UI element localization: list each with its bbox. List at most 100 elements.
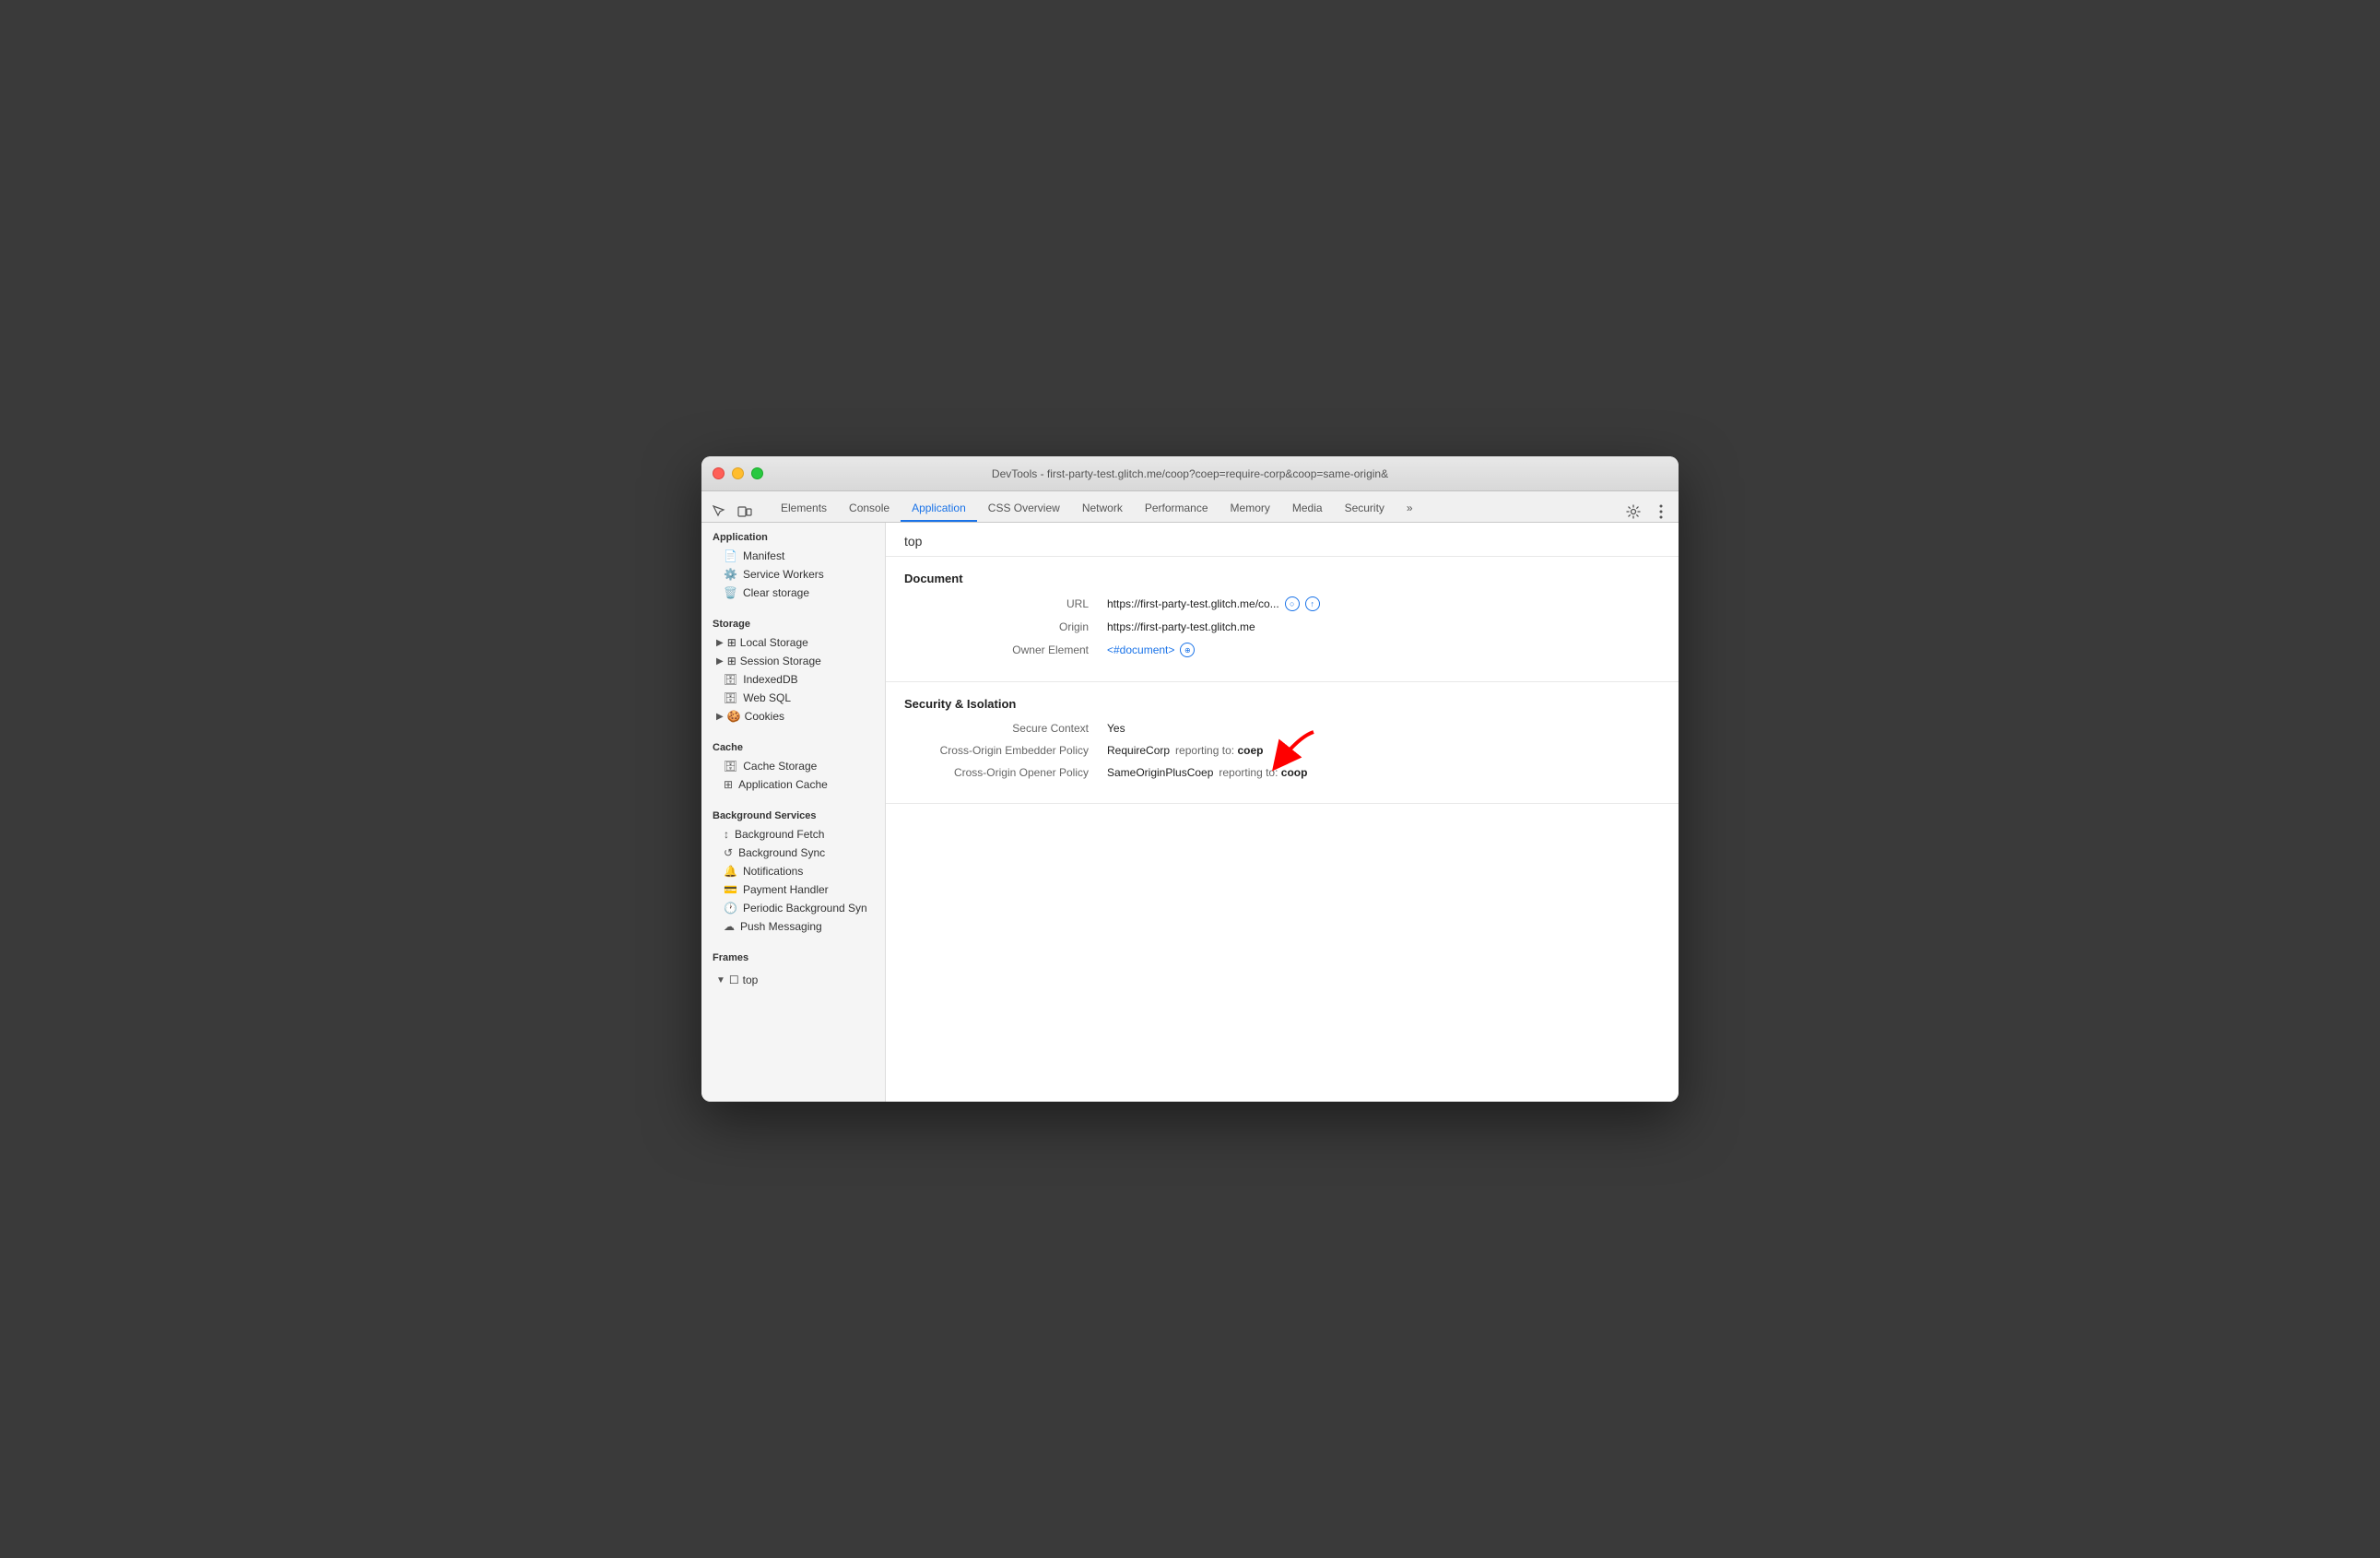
push-messaging-icon: ☁ bbox=[724, 920, 735, 933]
service-workers-icon: ⚙️ bbox=[724, 568, 737, 581]
coep-value: RequireCorp reporting to: coep bbox=[1107, 744, 1263, 757]
origin-label: Origin bbox=[904, 620, 1107, 633]
sidebar-item-notifications[interactable]: 🔔 Notifications bbox=[701, 862, 885, 880]
security-section: Security & Isolation Secure Context Yes … bbox=[886, 682, 1679, 804]
url-circle-icon-1[interactable]: ○ bbox=[1285, 596, 1300, 611]
sidebar-item-top-frame[interactable]: ▼ ☐ top bbox=[701, 971, 885, 989]
sidebar-item-periodic-bg-sync[interactable]: 🕐 Periodic Background Syn bbox=[701, 899, 885, 917]
url-row: URL https://first-party-test.glitch.me/c… bbox=[904, 596, 1660, 611]
content-panel: top Document URL https://first-party-tes… bbox=[886, 523, 1679, 1102]
sidebar-section-cache: Cache bbox=[701, 733, 885, 757]
session-storage-icon: ⊞ bbox=[727, 655, 736, 667]
coep-row: Cross-Origin Embedder Policy RequireCorp… bbox=[904, 744, 1660, 757]
sidebar-item-indexed-db[interactable]: 🗄 IndexedDB bbox=[701, 670, 885, 689]
coop-reporting: reporting to: coop bbox=[1219, 766, 1307, 779]
window-title: DevTools - first-party-test.glitch.me/co… bbox=[992, 467, 1388, 480]
document-section: Document URL https://first-party-test.gl… bbox=[886, 557, 1679, 682]
sidebar-item-local-storage[interactable]: ▶ ⊞ Local Storage bbox=[701, 633, 885, 652]
sidebar-item-application-cache[interactable]: ⊞ Application Cache bbox=[701, 775, 885, 794]
cache-storage-icon: 🗄 bbox=[724, 760, 737, 773]
coep-endpoint: coep bbox=[1237, 744, 1263, 757]
sidebar-section-frames: Frames bbox=[701, 943, 885, 967]
security-section-title: Security & Isolation bbox=[904, 697, 1660, 711]
url-circle-icon-2[interactable]: ↑ bbox=[1305, 596, 1320, 611]
tab-security[interactable]: Security bbox=[1334, 496, 1396, 522]
owner-element-label: Owner Element bbox=[904, 643, 1107, 656]
secure-context-row: Secure Context Yes bbox=[904, 722, 1660, 735]
local-storage-icon: ⊞ bbox=[727, 636, 736, 649]
web-sql-icon: 🗄 bbox=[724, 691, 737, 704]
maximize-button[interactable] bbox=[751, 467, 763, 479]
main-layout: Application 📄 Manifest ⚙️ Service Worker… bbox=[701, 523, 1679, 1102]
sidebar-item-background-fetch[interactable]: ↕ Background Fetch bbox=[701, 825, 885, 844]
clear-storage-icon: 🗑️ bbox=[724, 586, 737, 599]
settings-icon[interactable] bbox=[1623, 502, 1644, 522]
arrow-icon: ▶ bbox=[716, 638, 724, 648]
url-value: https://first-party-test.glitch.me/co...… bbox=[1107, 596, 1320, 611]
tabs: Elements Console Application CSS Overvie… bbox=[770, 496, 1623, 522]
url-label: URL bbox=[904, 597, 1107, 610]
tab-performance[interactable]: Performance bbox=[1134, 496, 1219, 522]
sidebar-item-payment-handler[interactable]: 💳 Payment Handler bbox=[701, 880, 885, 899]
application-cache-icon: ⊞ bbox=[724, 778, 733, 791]
sidebar-section-storage: Storage bbox=[701, 609, 885, 633]
close-button[interactable] bbox=[713, 467, 725, 479]
sidebar-item-cookies[interactable]: ▶ 🍪 Cookies bbox=[701, 707, 885, 726]
document-link[interactable]: <#document> bbox=[1107, 643, 1174, 656]
sidebar-section-background-services: Background Services bbox=[701, 801, 885, 825]
more-options-icon[interactable] bbox=[1651, 502, 1671, 522]
coop-value: SameOriginPlusCoep reporting to: coop bbox=[1107, 766, 1307, 779]
tab-console[interactable]: Console bbox=[838, 496, 901, 522]
tab-bar-left-icons bbox=[709, 502, 755, 522]
coep-reporting: reporting to: coep bbox=[1175, 744, 1263, 757]
sidebar-item-session-storage[interactable]: ▶ ⊞ Session Storage bbox=[701, 652, 885, 670]
coop-endpoint: coop bbox=[1281, 766, 1308, 779]
sidebar-item-background-sync[interactable]: ↺ Background Sync bbox=[701, 844, 885, 862]
tab-bar-right-icons bbox=[1623, 502, 1671, 522]
tab-elements[interactable]: Elements bbox=[770, 496, 838, 522]
sidebar-item-manifest[interactable]: 📄 Manifest bbox=[701, 547, 885, 565]
secure-context-label: Secure Context bbox=[904, 722, 1107, 735]
origin-value: https://first-party-test.glitch.me bbox=[1107, 620, 1255, 633]
sidebar-item-push-messaging[interactable]: ☁ Push Messaging bbox=[701, 917, 885, 936]
sidebar: Application 📄 Manifest ⚙️ Service Worker… bbox=[701, 523, 886, 1102]
tab-css-overview[interactable]: CSS Overview bbox=[977, 496, 1071, 522]
frame-title: top bbox=[904, 534, 922, 549]
device-toolbar-icon[interactable] bbox=[735, 502, 755, 522]
coep-label: Cross-Origin Embedder Policy bbox=[904, 744, 1107, 757]
owner-element-row: Owner Element <#document> ⊕ bbox=[904, 643, 1660, 657]
minimize-button[interactable] bbox=[732, 467, 744, 479]
tab-network[interactable]: Network bbox=[1071, 496, 1134, 522]
tab-memory[interactable]: Memory bbox=[1219, 496, 1281, 522]
owner-element-value: <#document> ⊕ bbox=[1107, 643, 1195, 657]
traffic-lights bbox=[713, 467, 763, 479]
sidebar-item-web-sql[interactable]: 🗄 Web SQL bbox=[701, 689, 885, 707]
notifications-icon: 🔔 bbox=[724, 865, 737, 878]
document-section-title: Document bbox=[904, 572, 1660, 585]
sidebar-item-cache-storage[interactable]: 🗄 Cache Storage bbox=[701, 757, 885, 775]
owner-element-icon[interactable]: ⊕ bbox=[1180, 643, 1195, 657]
origin-row: Origin https://first-party-test.glitch.m… bbox=[904, 620, 1660, 633]
coop-label: Cross-Origin Opener Policy bbox=[904, 766, 1107, 779]
coep-policy: RequireCorp bbox=[1107, 744, 1170, 757]
cookies-icon: 🍪 bbox=[727, 710, 741, 723]
tab-bar: Elements Console Application CSS Overvie… bbox=[701, 491, 1679, 523]
inspect-icon[interactable] bbox=[709, 502, 729, 522]
sidebar-item-clear-storage[interactable]: 🗑️ Clear storage bbox=[701, 584, 885, 602]
sidebar-item-service-workers[interactable]: ⚙️ Service Workers bbox=[701, 565, 885, 584]
background-sync-icon: ↺ bbox=[724, 846, 733, 859]
sidebar-section-application: Application bbox=[701, 523, 885, 547]
devtools-window: DevTools - first-party-test.glitch.me/co… bbox=[701, 456, 1679, 1102]
content-header: top bbox=[886, 523, 1679, 557]
secure-context-value: Yes bbox=[1107, 722, 1125, 735]
arrow-icon-3: ▶ bbox=[716, 712, 724, 722]
arrow-icon-2: ▶ bbox=[716, 656, 724, 667]
tab-application[interactable]: Application bbox=[901, 496, 977, 522]
indexed-db-icon: 🗄 bbox=[724, 673, 737, 686]
coop-row: Cross-Origin Opener Policy SameOriginPlu… bbox=[904, 766, 1660, 779]
tab-media[interactable]: Media bbox=[1281, 496, 1334, 522]
frame-arrow-icon: ▼ bbox=[716, 975, 725, 986]
frame-icon: ☐ bbox=[729, 974, 739, 986]
periodic-bg-sync-icon: 🕐 bbox=[724, 902, 737, 915]
tab-more[interactable]: » bbox=[1396, 496, 1424, 522]
